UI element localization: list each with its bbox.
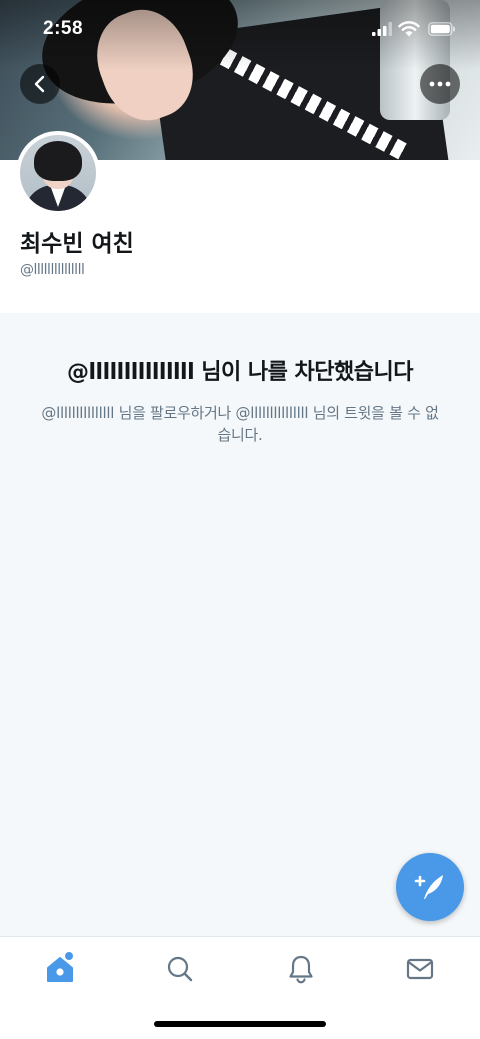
more-horizontal-icon <box>429 81 451 87</box>
profile-avatar[interactable] <box>16 131 100 215</box>
search-icon <box>167 956 193 982</box>
profile-display-name: 최수빈 여친 <box>20 231 134 257</box>
cellular-signal-icon <box>372 22 392 36</box>
back-button[interactable] <box>20 64 60 104</box>
tab-notifications[interactable] <box>281 951 321 987</box>
tab-search[interactable] <box>160 951 200 987</box>
home-indicator[interactable] <box>154 1021 326 1027</box>
compose-tweet-button[interactable] <box>396 853 464 921</box>
battery-icon <box>428 22 455 36</box>
blocked-title: @lllllllllllllll 님이 나를 차단했습니다 <box>67 360 414 385</box>
tab-messages[interactable] <box>400 951 440 987</box>
blocked-description: @lllllllllllllll 님을 팔로우하거나 @llllllllllll… <box>41 404 439 444</box>
bell-icon <box>289 955 313 984</box>
status-time: 2:58 <box>43 18 84 39</box>
home-notification-dot <box>65 952 73 960</box>
avatar-image <box>20 135 96 211</box>
more-options-button[interactable] <box>420 64 460 104</box>
wifi-icon <box>398 21 420 37</box>
compose-tweet-icon <box>414 875 443 899</box>
tab-home[interactable] <box>40 951 80 987</box>
chevron-left-icon <box>34 75 45 93</box>
status-bar: 2:58 <box>0 0 480 60</box>
mail-icon <box>406 958 434 980</box>
avatar-hair <box>34 141 82 181</box>
profile-handle: @lllllllllllllll <box>20 262 85 278</box>
